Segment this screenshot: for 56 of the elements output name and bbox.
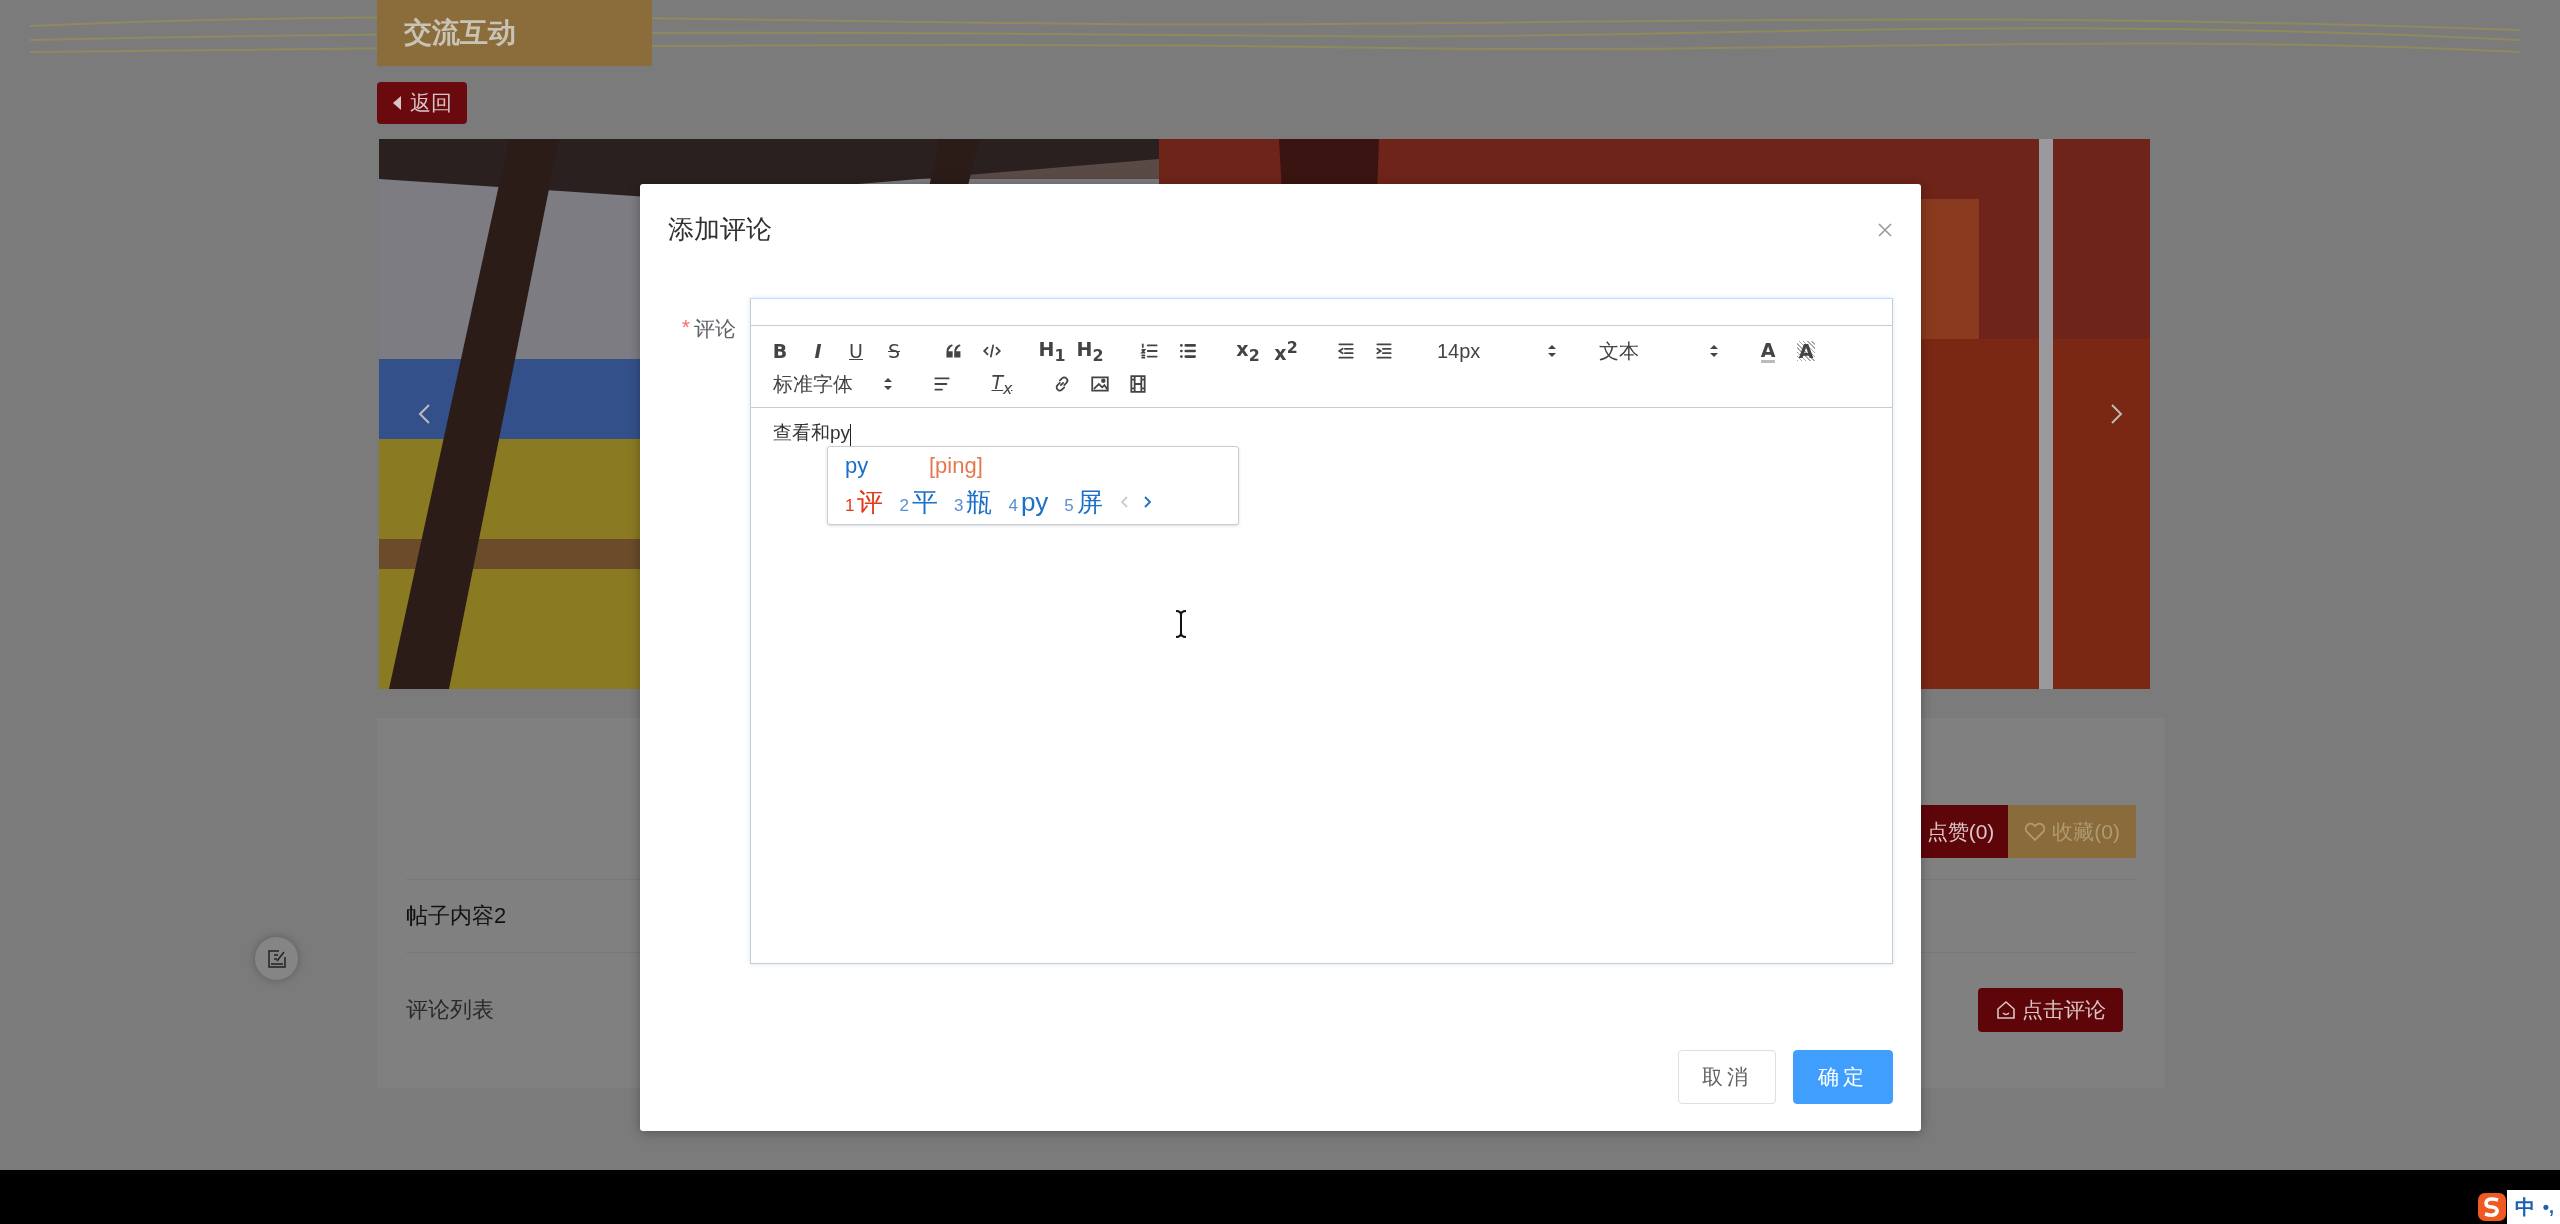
close-icon[interactable] bbox=[1877, 222, 1893, 238]
text-cursor-icon bbox=[1173, 609, 1189, 639]
ime-candidate[interactable]: 4 py bbox=[1008, 486, 1049, 518]
header-button[interactable]: H$_{1}$ bbox=[1033, 336, 1071, 366]
header-button[interactable]: H$_{2}$ bbox=[1071, 336, 1109, 366]
script-button[interactable]: x$_{2}$ bbox=[1229, 336, 1267, 366]
bullet-list-icon bbox=[1178, 341, 1198, 361]
next-page-icon[interactable] bbox=[1142, 494, 1153, 510]
color-button[interactable]: A bbox=[1749, 336, 1787, 366]
indent-icon bbox=[1374, 341, 1394, 361]
ime-composition: py bbox=[845, 453, 870, 479]
toolbar-select[interactable]: 文本 bbox=[1587, 336, 1727, 366]
outdent-icon bbox=[1336, 341, 1356, 361]
previous-slide-icon[interactable] bbox=[417, 403, 431, 425]
image-icon bbox=[1090, 374, 1110, 394]
post-content: 帖子内容2 bbox=[406, 902, 507, 930]
rich-text-editor[interactable]: B I U S H$_{1}$ H$_{2}$ x$_{2}$ x$^{2}$ 14px 文本 A A 标准字体 T$_{x}$ 查看和py py [ping] 1评 2 平 3瓶 4 py 5 屏 bbox=[750, 298, 1893, 964]
select-arrows-icon bbox=[1709, 343, 1719, 359]
section-title: 交流互动 bbox=[404, 16, 516, 50]
back-button[interactable]: 返回 bbox=[377, 82, 467, 124]
dialog-title: 添加评论 bbox=[668, 214, 772, 244]
underline-button[interactable]: U bbox=[837, 336, 875, 366]
italic-button[interactable]: I bbox=[799, 336, 837, 366]
video-icon bbox=[1128, 374, 1148, 394]
select-arrows-icon bbox=[883, 376, 893, 392]
script-button[interactable]: x$^{2}$ bbox=[1267, 336, 1305, 366]
ime-candidate[interactable]: 1评 bbox=[845, 484, 884, 520]
ime-candidate[interactable]: 5 屏 bbox=[1064, 484, 1103, 520]
house-icon bbox=[1995, 1000, 2016, 1020]
ime-punctuation: •, bbox=[2542, 1196, 2554, 1218]
clean-button[interactable]: T$_{x}$ bbox=[983, 369, 1021, 399]
comment-button[interactable]: 点击评论 bbox=[1978, 988, 2123, 1032]
comment-label: 评论 bbox=[694, 316, 736, 342]
ime-pinyin: [ping] bbox=[929, 453, 983, 479]
cancel-button[interactable]: 取消 bbox=[1678, 1050, 1776, 1104]
toolbar-select[interactable]: 14px bbox=[1425, 336, 1565, 366]
heart-icon bbox=[2024, 821, 2047, 842]
caret-left-icon bbox=[392, 95, 402, 111]
ime-status-bar[interactable]: 中 •, bbox=[2476, 1190, 2560, 1224]
ime-candidate[interactable]: 2 平 bbox=[899, 484, 938, 520]
next-slide-icon[interactable] bbox=[2110, 403, 2124, 425]
strike-button[interactable]: S bbox=[875, 336, 913, 366]
text-caret bbox=[850, 423, 852, 446]
edit-float-button[interactable] bbox=[255, 937, 298, 980]
comment-text: 查看和py bbox=[773, 422, 851, 443]
comments-heading: 评论列表 bbox=[406, 996, 494, 1024]
background-button[interactable]: A bbox=[1787, 336, 1825, 366]
edit-icon bbox=[265, 947, 288, 970]
select-arrows-icon bbox=[1547, 343, 1557, 359]
ime-mode: 中 bbox=[2514, 1194, 2535, 1220]
ime-candidate[interactable]: 3瓶 bbox=[953, 484, 993, 520]
bold-button[interactable]: B bbox=[761, 336, 799, 366]
toolbar-select[interactable]: 标准字体 bbox=[761, 369, 901, 399]
ime-logo-icon bbox=[2476, 1192, 2507, 1222]
ordered-list-icon bbox=[1140, 341, 1160, 361]
required-mark: * bbox=[681, 315, 690, 340]
